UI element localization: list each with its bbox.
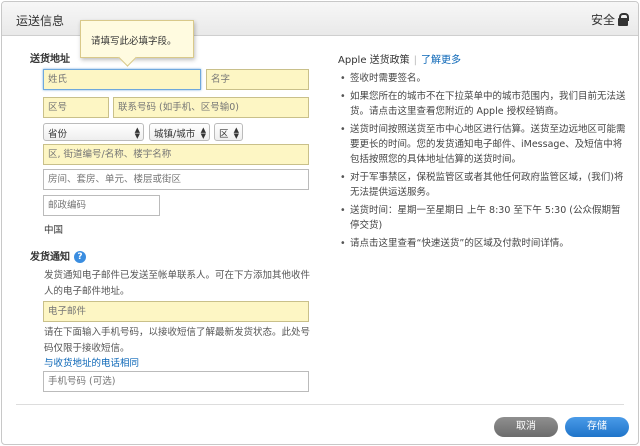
province-select-value: 省份 <box>48 129 68 140</box>
required-field-tooltip: 请填写此必填字段。 <box>80 20 194 58</box>
learn-more-link[interactable]: 了解更多 <box>421 55 461 66</box>
city-select-value: 城镇/城市 <box>154 129 196 140</box>
footer-divider <box>16 404 624 405</box>
mobile-input[interactable] <box>43 371 309 392</box>
policy-item: 送货时间：星期一至星期日 上午 8:30 至下午 5:30 (公众假期暂停交货) <box>338 203 628 233</box>
province-select[interactable]: 省份 ▲ ▼ <box>43 123 144 141</box>
policy-title: Apple 送货政策 <box>338 55 410 66</box>
policy-item: 请点击这里查看“快速送货”的区域及付款时间详情。 <box>338 236 628 251</box>
dialog-title: 运送信息 <box>16 14 65 28</box>
select-arrows-icon: ▲ ▼ <box>134 126 140 140</box>
surname-input[interactable] <box>43 69 201 90</box>
shipping-dialog: 运送信息 安全 请填写此必填字段。 送货地址 省份 ▲▼ 城镇/城市 ▲▼ 区 … <box>1 1 639 445</box>
policy-item: 送货时间按照送货至市中心地区进行估算。送货至边远地区可能需要更长的时间。您的发货… <box>338 122 628 167</box>
select-arrows-icon: ▲ ▼ <box>233 126 239 140</box>
cancel-button[interactable]: 取消 <box>494 417 558 437</box>
district-select[interactable]: 区 ▲ ▼ <box>214 123 243 141</box>
country-label: 中国 <box>44 225 64 236</box>
unit-input[interactable] <box>43 169 309 190</box>
name-input[interactable] <box>206 69 309 90</box>
select-arrows-icon: ▲ ▼ <box>200 126 206 140</box>
help-icon[interactable]: ? <box>74 251 86 263</box>
policy-header: Apple 送货政策 | 了解更多 <box>338 51 461 66</box>
area-code-input[interactable] <box>43 97 109 118</box>
phone-input[interactable] <box>113 97 309 118</box>
notification-section-title: 发货通知? <box>30 248 86 263</box>
secure-label: 安全 <box>590 13 615 27</box>
email-description: 发货通知电子邮件已发送至帐单联系人。可在下方添加其他收件人的电子邮件地址。 <box>44 270 311 297</box>
notification-title-text: 发货通知 <box>30 252 70 263</box>
district-select-value: 区 <box>219 129 229 140</box>
email-input[interactable] <box>43 301 309 322</box>
policy-separator: | <box>413 55 418 66</box>
same-phone-link[interactable]: 与收货地址的电话相同 <box>44 355 139 369</box>
lock-icon <box>618 13 629 26</box>
city-select[interactable]: 城镇/城市 ▲ ▼ <box>149 123 210 141</box>
policy-item: 如果您所在的城市不在下拉菜单中的城市范围内，我们目前无法送货。请点击这里查看您附… <box>338 89 628 119</box>
secure-indicator: 安全 <box>590 11 629 28</box>
policy-item: 签收时需要签名。 <box>338 71 628 86</box>
save-button[interactable]: 存储 <box>565 417 629 437</box>
address-section-title: 送货地址 <box>30 54 70 65</box>
tooltip-text: 请填写此必填字段。 <box>91 36 177 47</box>
sms-description: 请在下面输入手机号码，以接收短信了解最新发货状态。此处号码仅限于接收短信。 <box>44 327 311 354</box>
policy-list: 签收时需要签名。 如果您所在的城市不在下拉菜单中的城市范围内，我们目前无法送货。… <box>338 71 628 254</box>
postcode-input[interactable] <box>43 195 160 216</box>
policy-item: 对于军事禁区，保税监管区或者其他任何政府监管区域，(我们)将无法提供运送服务。 <box>338 170 628 200</box>
street-input[interactable] <box>43 144 309 165</box>
